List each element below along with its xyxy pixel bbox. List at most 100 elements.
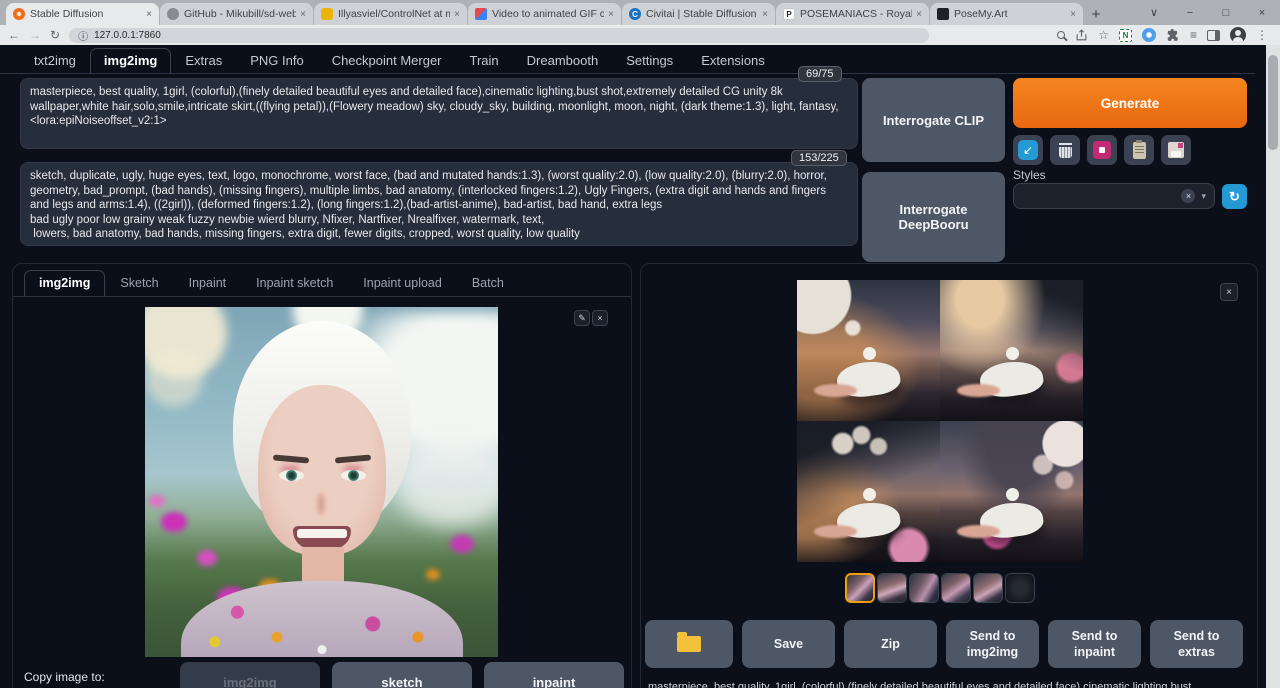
maximize-icon[interactable]: □ [1208,7,1244,19]
tab-checkpoint-merger[interactable]: Checkpoint Merger [318,48,456,74]
extensions-puzzle-icon[interactable] [1166,28,1180,42]
thumbnail-1-selected[interactable] [845,573,875,603]
clear-styles-icon[interactable]: × [1181,189,1195,203]
copy-to-sketch-button[interactable]: sketch [332,662,472,688]
reading-list-icon[interactable]: ≡ [1190,28,1197,42]
meadow-flower [426,569,440,580]
meadow-flower [450,535,474,553]
thumbnail-4[interactable] [941,573,971,603]
save-button[interactable]: Save [742,620,835,668]
tab-dreambooth[interactable]: Dreambooth [513,48,613,74]
blue-extension-icon[interactable] [1142,28,1156,42]
meadow-flower [161,512,187,532]
thumbnail-5[interactable] [973,573,1003,603]
negative-prompt-input[interactable]: sketch, duplicate, ugly, huge eyes, text… [20,162,858,246]
profile-avatar[interactable] [1230,27,1246,43]
tab-close-icon[interactable]: × [1070,9,1076,20]
edit-image-button[interactable]: ✎ [574,310,590,326]
output-gallery-image[interactable] [797,280,1083,562]
subtab-divider [13,296,631,297]
tab-search-icon[interactable]: ∨ [1136,6,1172,19]
remove-image-button[interactable]: × [592,310,608,326]
refresh-styles-button[interactable]: ↻ [1222,184,1247,209]
apply-style-button[interactable] [1124,135,1154,165]
civitai-favicon: C [629,8,641,20]
clear-prompt-button[interactable] [1050,135,1080,165]
sidebar-icon[interactable] [1207,30,1220,41]
bokeh-light [145,349,203,407]
tab-batch[interactable]: Batch [457,270,519,297]
nose [317,493,325,515]
thumbnail-2[interactable] [877,573,907,603]
send-to-img2img-button[interactable]: Send to img2img [946,620,1039,668]
zoom-icon[interactable] [1057,31,1065,39]
tab-title: Video to animated GIF converter [492,8,604,20]
paste-params-button[interactable]: ↙ [1013,135,1043,165]
tab-settings[interactable]: Settings [612,48,687,74]
tab-inpaint-sketch[interactable]: Inpaint sketch [241,270,348,297]
extra-networks-button[interactable] [1087,135,1117,165]
thumbnail-6[interactable] [1005,573,1035,603]
stable-diffusion-webui: txt2img img2img Extras PNG Info Checkpoi… [0,45,1280,688]
open-folder-button[interactable] [645,620,733,668]
tab-img2img-mode[interactable]: img2img [24,270,105,297]
site-info-icon[interactable]: ⓘ [78,28,88,43]
browser-tab-stable-diffusion[interactable]: Stable Diffusion × [6,3,159,25]
browser-tab-github[interactable]: GitHub - Mikubill/sd-webui-con × [160,3,313,25]
send-to-extras-button[interactable]: Send to extras [1150,620,1243,668]
browser-tab-gif-converter[interactable]: Video to animated GIF converter × [468,3,621,25]
n-extension-icon[interactable]: N [1119,29,1132,42]
share-icon[interactable] [1075,29,1088,42]
tab-sketch[interactable]: Sketch [105,270,173,297]
scrollbar-thumb[interactable] [1268,55,1278,150]
bookmark-star-icon[interactable]: ☆ [1098,28,1109,42]
menu-dots-icon[interactable]: ⋮ [1256,28,1268,42]
tab-close-icon[interactable]: × [762,9,768,20]
tab-inpaint[interactable]: Inpaint [174,270,242,297]
reload-icon[interactable]: ↻ [50,28,60,42]
tab-close-icon[interactable]: × [146,9,152,20]
send-to-inpaint-button[interactable]: Send to inpaint [1048,620,1141,668]
tab-txt2img[interactable]: txt2img [20,48,90,74]
styles-dropdown[interactable]: × ▾ [1013,183,1215,209]
back-icon[interactable]: ← [8,28,20,42]
gallery-close-button[interactable]: × [1220,283,1238,301]
browser-tab-controlnet[interactable]: Illyasviel/ControlNet at main × [314,3,467,25]
meadow-flower [149,495,165,507]
zip-button[interactable]: Zip [844,620,937,668]
tab-title: Civitai | Stable Diffusion models [646,8,758,20]
save-style-button[interactable] [1161,135,1191,165]
url-text: 127.0.0.1:7860 [94,30,161,41]
thumbnail-3[interactable] [909,573,939,603]
tab-close-icon[interactable]: × [916,9,922,20]
tab-close-icon[interactable]: × [608,9,614,20]
tab-train[interactable]: Train [456,48,513,74]
tab-png-info[interactable]: PNG Info [236,48,317,74]
tab-inpaint-upload[interactable]: Inpaint upload [348,270,457,297]
prompt-input[interactable]: masterpiece, best quality, 1girl, (color… [20,78,858,149]
styles-label: Styles [1013,168,1046,182]
new-tab-button[interactable]: + [1084,3,1108,25]
interrogate-deepbooru-button[interactable]: Interrogate DeepBooru [862,172,1005,262]
tab-extras[interactable]: Extras [171,48,236,74]
page-scrollbar[interactable] [1266,45,1280,688]
tab-title: Illyasviel/ControlNet at main [338,8,450,20]
forward-icon[interactable]: → [29,28,41,42]
browser-tab-posemyart[interactable]: PoseMy.Art × [930,3,1083,25]
interrogate-clip-button[interactable]: Interrogate CLIP [862,78,1005,162]
browser-tab-posemaniacs[interactable]: P POSEMANIACS - Royalty free 3 × [776,3,929,25]
tab-img2img[interactable]: img2img [90,48,171,74]
tab-title: POSEMANIACS - Royalty free 3 [800,8,912,20]
close-window-icon[interactable]: × [1244,7,1280,19]
generate-button[interactable]: Generate [1013,78,1247,128]
browser-tab-civitai[interactable]: C Civitai | Stable Diffusion models × [622,3,775,25]
tab-close-icon[interactable]: × [454,9,460,20]
minimize-icon[interactable]: − [1172,7,1208,19]
teeth [297,529,347,538]
copy-to-inpaint-button[interactable]: inpaint [484,662,624,688]
github-favicon [167,8,179,20]
img2img-source-image[interactable] [145,307,498,657]
tab-close-icon[interactable]: × [300,9,306,20]
tab-extensions[interactable]: Extensions [687,48,779,74]
address-bar[interactable]: ⓘ 127.0.0.1:7860 [69,28,929,43]
